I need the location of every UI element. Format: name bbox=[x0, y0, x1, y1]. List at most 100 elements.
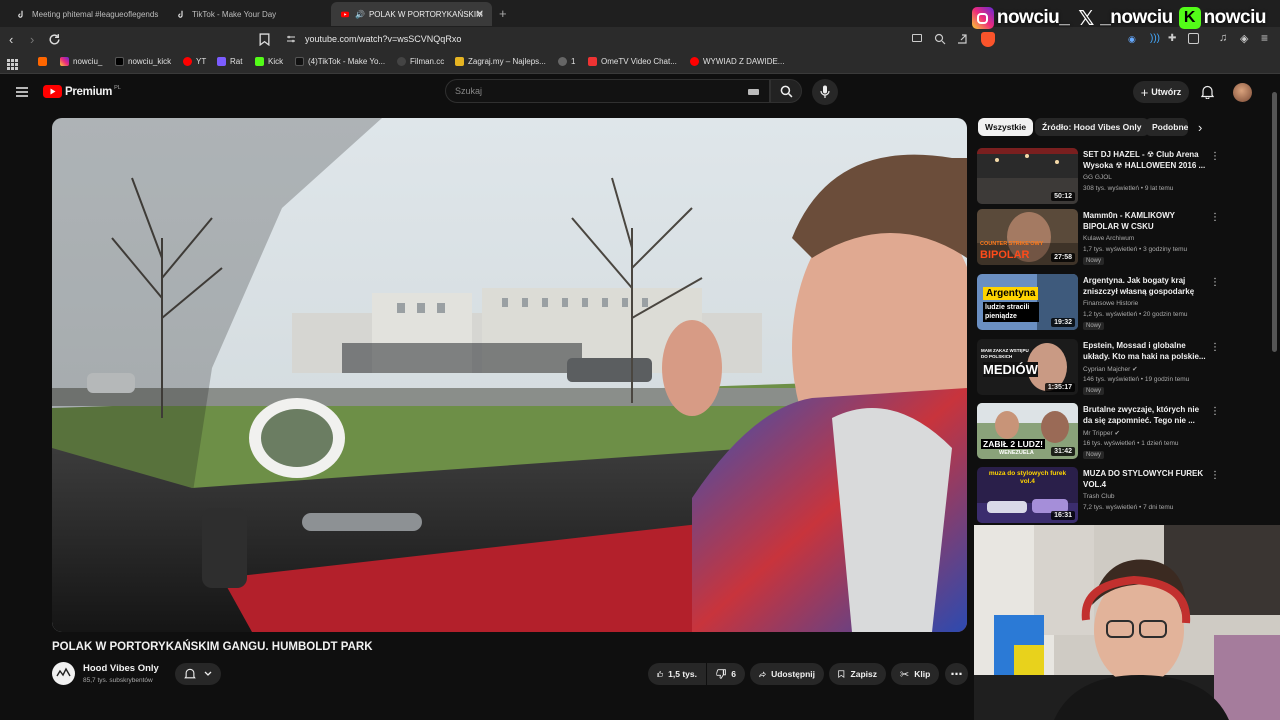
channel-name[interactable]: Hood Vibes Only bbox=[83, 663, 159, 674]
recommendation-item[interactable]: 50:12 SET DJ HAZEL - ☢ Club Arena Wysoka… bbox=[977, 148, 1220, 206]
video-player[interactable] bbox=[52, 118, 967, 632]
brave-shield-icon[interactable] bbox=[981, 32, 995, 47]
video-title[interactable]: Mamm0n - KAMLIKOWY BIPOLAR W CSKU bbox=[1083, 210, 1207, 232]
bookmark-ometv[interactable]: OmeTV Video Chat... bbox=[588, 57, 677, 66]
share-label: Udostępnij bbox=[771, 669, 815, 679]
video-meta: 1,7 tys. wyświetleń • 3 godziny temu bbox=[1083, 246, 1188, 253]
keyboard-icon[interactable] bbox=[748, 89, 759, 95]
sidebar-icon[interactable] bbox=[1188, 33, 1199, 44]
save-button[interactable]: Zapisz bbox=[829, 663, 886, 685]
more-options-icon[interactable]: ⋮ bbox=[1210, 277, 1220, 288]
youtube-icon bbox=[690, 57, 699, 66]
video-thumbnail[interactable]: COUNTER STRIKE'OWY BIPOLAR 27:58 bbox=[977, 209, 1078, 265]
channel-name[interactable]: GG GJOL bbox=[1083, 174, 1112, 181]
hamburger-menu-icon[interactable] bbox=[16, 87, 28, 97]
bookmark-yt[interactable]: YT bbox=[183, 57, 206, 66]
back-icon[interactable]: ‹ bbox=[9, 32, 13, 47]
video-title[interactable]: Brutalne zwyczaje, których nie da się za… bbox=[1083, 404, 1207, 426]
like-count: 1,5 tys. bbox=[668, 669, 697, 679]
more-options-icon[interactable]: ⋮ bbox=[1210, 342, 1220, 353]
bookmark-wywiad[interactable]: WYWIAD Z DAWIDE... bbox=[690, 57, 784, 66]
bookmark-1[interactable]: 1 bbox=[558, 57, 575, 66]
bookmark-zagraj[interactable]: Zagraj.my – Najleps... bbox=[455, 57, 546, 66]
reload-icon[interactable] bbox=[48, 33, 61, 46]
chip-all[interactable]: Wszystkie bbox=[978, 118, 1034, 136]
bookmark-label: WYWIAD Z DAWIDE... bbox=[703, 57, 785, 66]
notifications-bell-icon[interactable] bbox=[1201, 85, 1214, 99]
channel-avatar[interactable] bbox=[52, 662, 75, 685]
bookmark-instagram[interactable]: nowciu_ bbox=[60, 57, 102, 66]
channel-name[interactable]: Kulawe Archiwum bbox=[1083, 235, 1134, 242]
channel-name[interactable]: Trash Club bbox=[1083, 493, 1115, 500]
video-thumbnail[interactable]: muza do stylowych furek vol.4 16:31 bbox=[977, 467, 1078, 523]
dislike-button[interactable]: 6 bbox=[707, 663, 745, 685]
share-page-icon[interactable] bbox=[956, 33, 968, 45]
recommendation-item[interactable]: COUNTER STRIKE'OWY BIPOLAR 27:58 Mamm0n … bbox=[977, 209, 1220, 267]
chip-similar[interactable]: Podobne bbox=[1145, 118, 1188, 136]
share-button[interactable]: Udostępnij bbox=[750, 663, 824, 685]
verified-icon: ✔ bbox=[1132, 366, 1138, 373]
video-thumbnail[interactable]: 50:12 bbox=[977, 148, 1078, 204]
wallet-icon[interactable]: ◈ bbox=[1240, 32, 1248, 45]
search-input[interactable]: Szukaj bbox=[445, 79, 770, 103]
channel-name[interactable]: Mr Tripper ✔ bbox=[1083, 429, 1120, 437]
zoom-icon[interactable] bbox=[934, 33, 946, 45]
video-thumbnail[interactable]: Argentyna ludzie stracili pieniądze 19:3… bbox=[977, 274, 1078, 330]
bookmark-label: (4)TikTok - Make Yo... bbox=[308, 57, 386, 66]
tab-2[interactable]: TikTok - Make Your Day bbox=[168, 2, 328, 26]
puzzle-icon[interactable]: ✚ bbox=[1168, 33, 1176, 44]
new-tab-button[interactable]: + bbox=[499, 6, 507, 21]
bookmark-icon[interactable] bbox=[259, 33, 270, 46]
channel-name[interactable]: Finansowe Historie bbox=[1083, 300, 1138, 307]
bookmark-rat[interactable]: Rat bbox=[217, 57, 242, 66]
music-icon[interactable]: ♫ bbox=[1219, 32, 1227, 44]
video-title[interactable]: Argentyna. Jak bogaty kraj zniszczył wła… bbox=[1083, 275, 1207, 297]
channel-name[interactable]: Cyprian Majcher ✔ bbox=[1083, 365, 1138, 373]
new-badge: Nowy bbox=[1083, 451, 1105, 459]
tab-active[interactable]: 🔊 POLAK W PORTORYKAŃSKIM ✕ bbox=[331, 2, 492, 26]
clip-button[interactable]: ✂ Klip bbox=[891, 663, 939, 685]
voice-search-button[interactable] bbox=[812, 79, 838, 105]
subscription-bell-button[interactable] bbox=[175, 663, 221, 685]
recommendation-item[interactable]: MAM ZAKAZ WSTĘPU DO POLSKICH MEDIÓW 1:35… bbox=[977, 339, 1220, 397]
more-actions-button[interactable]: ⋯ bbox=[945, 663, 968, 685]
site-settings-icon[interactable] bbox=[286, 34, 296, 44]
recommendation-item[interactable]: muza do stylowych furek vol.4 16:31 MUZA… bbox=[977, 467, 1220, 525]
cast-icon[interactable] bbox=[912, 34, 922, 42]
chip-source[interactable]: Źródło: Hood Vibes Only bbox=[1035, 118, 1149, 136]
search-button[interactable] bbox=[770, 79, 802, 103]
scrollbar[interactable] bbox=[1272, 92, 1277, 352]
create-button[interactable]: + Utwórz bbox=[1133, 81, 1189, 103]
more-options-icon[interactable]: ⋮ bbox=[1210, 470, 1220, 481]
more-options-icon[interactable]: ⋮ bbox=[1210, 406, 1220, 417]
bookmark-tiktok[interactable]: (4)TikTok - Make Yo... bbox=[295, 57, 385, 66]
forward-icon[interactable]: › bbox=[30, 32, 34, 47]
video-title[interactable]: SET DJ HAZEL - ☢ Club Arena Wysoka ☢ HAL… bbox=[1083, 149, 1207, 171]
url-field[interactable]: youtube.com/watch?v=wsSCVNQqRxo bbox=[305, 34, 461, 44]
video-thumbnail[interactable]: ZABIŁ 2 LUDZ! WENEZUELA 31:42 bbox=[977, 403, 1078, 459]
menu-icon[interactable]: ≡ bbox=[1261, 31, 1268, 45]
avatar[interactable] bbox=[1233, 83, 1252, 102]
bookmark-filman[interactable]: Filman.cc bbox=[397, 57, 444, 66]
youtube-logo[interactable]: Premium PL bbox=[43, 85, 121, 98]
video-title[interactable]: Epstein, Mossad i globalne układy. Kto m… bbox=[1083, 340, 1207, 362]
bookmark-kick[interactable]: Kick bbox=[255, 57, 283, 66]
bookmark-rss[interactable] bbox=[38, 57, 51, 66]
more-options-icon[interactable]: ⋮ bbox=[1210, 212, 1220, 223]
video-thumbnail[interactable]: MAM ZAKAZ WSTĘPU DO POLSKICH MEDIÓW 1:35… bbox=[977, 339, 1078, 395]
extension-icon[interactable]: ◉ bbox=[1128, 34, 1136, 45]
tab-1[interactable]: Meeting phitemal #leagueoflegends bbox=[8, 2, 168, 26]
speaker-icon[interactable]: 🔊 bbox=[355, 10, 365, 19]
close-tab-icon[interactable]: ✕ bbox=[476, 9, 484, 20]
more-options-icon[interactable]: ⋮ bbox=[1210, 151, 1220, 162]
chips-next-icon[interactable]: › bbox=[1198, 120, 1202, 135]
like-button[interactable]: 1,5 tys. bbox=[648, 663, 706, 685]
video-meta: 308 tys. wyświetleń • 9 lat temu bbox=[1083, 185, 1174, 192]
recommendation-item[interactable]: Argentyna ludzie stracili pieniądze 19:3… bbox=[977, 274, 1220, 332]
video-title[interactable]: MUZA DO STYLOWYCH FUREK VOL.4 bbox=[1083, 468, 1207, 490]
recommendation-item[interactable]: ZABIŁ 2 LUDZ! WENEZUELA 31:42 Brutalne z… bbox=[977, 403, 1220, 461]
apps-grid-icon[interactable] bbox=[7, 57, 18, 70]
instagram-handle: nowciu_ bbox=[996, 7, 1070, 28]
translate-icon[interactable]: ))) bbox=[1150, 33, 1160, 44]
bookmark-x[interactable]: nowciu_kick bbox=[115, 57, 171, 66]
